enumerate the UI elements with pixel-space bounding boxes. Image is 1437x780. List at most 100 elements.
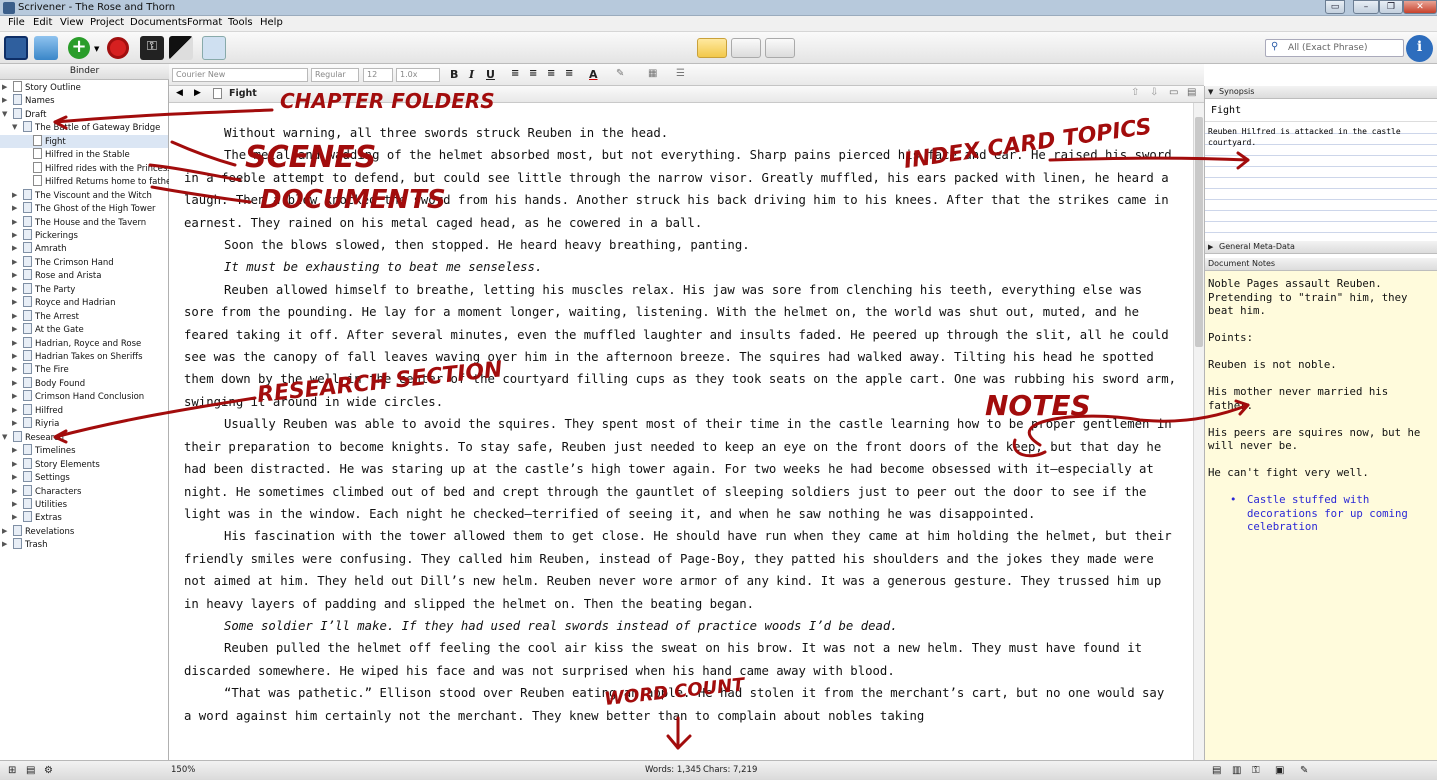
binder-item[interactable]: ▶ Settings — [0, 471, 168, 484]
disclosure-icon[interactable]: ▶ — [12, 511, 17, 523]
add-icon[interactable]: + — [68, 37, 90, 59]
disclosure-icon[interactable]: ▶ — [12, 444, 17, 456]
binder-item[interactable]: ▶ The Viscount and the Witch — [0, 188, 168, 202]
binder-item[interactable]: ▼ Draft — [0, 107, 168, 121]
disclosure-icon[interactable]: ▶ — [2, 538, 7, 550]
binder-item[interactable]: ▶ The Party — [0, 282, 168, 296]
forward-arrow-icon[interactable]: ▶ — [194, 88, 201, 98]
disclosure-icon[interactable]: ▶ — [12, 471, 17, 483]
binder-item[interactable]: ▶ Body Found — [0, 376, 168, 390]
binder-item[interactable]: ▶ Story Outline — [0, 81, 168, 94]
disclosure-icon[interactable]: ▼ — [12, 121, 17, 133]
disclosure-icon[interactable]: ▶ — [12, 498, 17, 510]
meta-data-header[interactable]: ▶ General Meta-Data — [1205, 241, 1437, 254]
menu-documents[interactable]: Documents — [130, 17, 187, 28]
binder-item[interactable]: ▶ Hilfred — [0, 403, 168, 417]
binder-item[interactable]: ▼ Research — [0, 430, 168, 444]
disclosure-icon[interactable]: ▶ — [12, 229, 17, 241]
search-input[interactable]: ⚲ All (Exact Phrase) — [1265, 39, 1404, 57]
minimize-button[interactable]: – — [1353, 0, 1379, 14]
delete-icon[interactable] — [107, 37, 129, 59]
binder-item[interactable]: ▶ Pickerings — [0, 228, 168, 242]
italic-button[interactable]: I — [469, 68, 474, 81]
binder-item[interactable]: ▶ Story Elements — [0, 457, 168, 471]
comments-tab-icon[interactable]: ✎ — [1300, 765, 1308, 776]
disclosure-icon[interactable]: ▶ — [12, 458, 17, 470]
notes-header[interactable]: Document Notes — [1205, 258, 1437, 271]
editor-text[interactable]: Without warning, all three swords struck… — [169, 103, 1193, 760]
binder-item[interactable]: ▶ Hadrian, Royce and Rose — [0, 336, 168, 350]
disclosure-icon[interactable]: ▶ — [12, 337, 17, 349]
binder-item[interactable]: ▶ Characters — [0, 484, 168, 498]
disclosure-icon[interactable]: ▶ — [12, 242, 17, 254]
align-right-icon[interactable]: ≡ — [547, 68, 555, 79]
binder-item[interactable]: ▶ The Ghost of the High Tower — [0, 202, 168, 215]
binder-item[interactable]: ▼ The Battle of Gateway Bridge — [0, 121, 168, 134]
list-icon[interactable]: ☰ — [676, 68, 685, 79]
notes-tab-icon[interactable]: ▤ — [1212, 765, 1221, 776]
close-button[interactable]: ✕ — [1403, 0, 1437, 14]
disclosure-icon[interactable]: ▶ — [2, 525, 7, 537]
split-toggle-icon[interactable]: ▤ — [1187, 87, 1196, 98]
menu-edit[interactable]: Edit — [33, 17, 52, 28]
compose-mode-icon[interactable] — [169, 36, 193, 60]
menu-format[interactable]: Format — [187, 17, 222, 28]
binder-item[interactable]: ▶ Riyria — [0, 417, 168, 430]
zoom-level[interactable]: 150% — [171, 765, 195, 775]
disclosure-icon[interactable]: ▶ — [12, 189, 17, 201]
folder-add-icon[interactable]: ▤ — [26, 765, 35, 776]
folder-icon[interactable] — [34, 36, 58, 60]
disclosure-icon[interactable]: ▶ — [12, 350, 17, 362]
scrollbar-thumb[interactable] — [1195, 117, 1203, 347]
menu-view[interactable]: View — [60, 17, 84, 28]
gear-icon[interactable]: ⚙ — [44, 765, 53, 776]
menu-help[interactable]: Help — [260, 17, 283, 28]
binder-item[interactable]: ▶ Revelations — [0, 524, 168, 538]
disclosure-icon[interactable]: ▼ — [2, 108, 7, 120]
highlight-icon[interactable]: ✎ — [616, 68, 624, 79]
text-color-icon[interactable]: A — [589, 68, 598, 81]
binder-item[interactable]: Hilfred in the Stable — [0, 148, 168, 161]
binder-item[interactable]: ▶ Rose and Arista — [0, 269, 168, 282]
disclosure-icon[interactable]: ▶ — [12, 296, 17, 308]
synopsis-title[interactable]: Fight — [1205, 100, 1437, 122]
disclosure-icon[interactable]: ▶ — [12, 485, 17, 497]
disclosure-icon[interactable]: ▶ — [1208, 241, 1213, 253]
synopsis-text[interactable]: Reuben Hilfred is attacked in the castle… — [1205, 123, 1437, 241]
disclosure-icon[interactable]: ▶ — [12, 323, 17, 335]
menu-file[interactable]: File — [8, 17, 25, 28]
up-arrow-icon[interactable]: ⇧ — [1131, 87, 1139, 98]
keywords-icon[interactable]: ⚿ — [140, 36, 164, 60]
disclosure-icon[interactable]: ▶ — [2, 94, 7, 106]
justify-icon[interactable]: ≡ — [565, 68, 573, 79]
disclosure-icon[interactable]: ▶ — [12, 283, 17, 295]
references-tab-icon[interactable]: ▥ — [1232, 765, 1241, 776]
disclosure-icon[interactable]: ▶ — [12, 310, 17, 322]
size-select[interactable]: 12 — [363, 68, 393, 82]
down-arrow-icon[interactable]: ⇩ — [1150, 87, 1158, 98]
binder-item[interactable]: ▶ The Arrest — [0, 309, 168, 323]
split-icon[interactable]: ▭ — [1169, 87, 1178, 98]
outliner-view-icon[interactable] — [765, 38, 795, 58]
underline-button[interactable]: U — [486, 68, 495, 81]
bold-button[interactable]: B — [450, 68, 458, 81]
synopsis-header[interactable]: ▼ Synopsis — [1205, 86, 1437, 99]
binder-item[interactable]: ▶ The Fire — [0, 363, 168, 376]
binder-item[interactable]: ▶ Royce and Hadrian — [0, 296, 168, 309]
disclosure-icon[interactable]: ▶ — [12, 377, 17, 389]
help-window-icon[interactable]: ▭ — [1325, 0, 1345, 14]
snapshots-tab-icon[interactable]: ▣ — [1275, 765, 1284, 776]
binder-item[interactable]: ▶ Names — [0, 94, 168, 107]
binder-item[interactable]: ▶ Trash — [0, 538, 168, 551]
chevron-down-icon[interactable]: ▼ — [94, 45, 99, 53]
menu-tools[interactable]: Tools — [228, 17, 253, 28]
table-icon[interactable]: ▦ — [648, 68, 657, 79]
binder-item[interactable]: ▶ Utilities — [0, 497, 168, 511]
binder-item[interactable]: ▶ Crimson Hand Conclusion — [0, 390, 168, 403]
align-left-icon[interactable]: ≡ — [511, 68, 519, 79]
corkboard-view-icon[interactable] — [731, 38, 761, 58]
back-arrow-icon[interactable]: ◀ — [176, 88, 183, 98]
style-select[interactable]: Regular — [311, 68, 359, 82]
disclosure-icon[interactable]: ▶ — [12, 363, 17, 375]
binder-item[interactable]: Hilfred Returns home to father — [0, 175, 175, 188]
